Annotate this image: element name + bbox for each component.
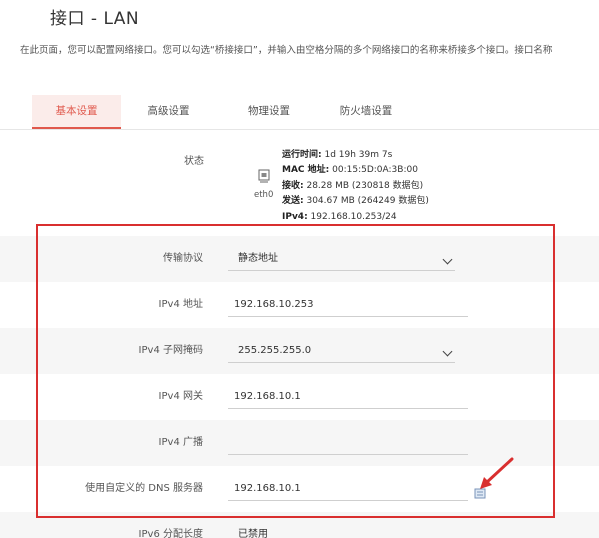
protocol-value: 静态地址: [238, 253, 278, 264]
ipv4-netmask-select[interactable]: 255.255.255.0: [228, 339, 455, 363]
ipv4-netmask-value: 255.255.255.0: [238, 345, 312, 356]
row-protocol: 传输协议 静态地址: [0, 236, 599, 282]
row-ipv6-assign: IPv6 分配长度 已禁用: [0, 512, 599, 538]
ipv4-netmask-label: IPv4 子网掩码: [138, 345, 203, 356]
status-rx: 接收: 28.28 MB (230818 数据包): [282, 180, 424, 191]
status-uptime: 运行时间: 1d 19h 39m 7s: [282, 150, 393, 160]
dns-input[interactable]: 192.168.10.1: [228, 477, 468, 501]
chevron-down-icon: [442, 254, 453, 265]
status-label: 状态: [184, 156, 204, 167]
row-ipv4-address: IPv4 地址 192.168.10.253: [0, 282, 599, 328]
ipv4-address-input[interactable]: 192.168.10.253: [228, 293, 468, 317]
tab-divider: [0, 129, 599, 130]
row-ipv4-netmask: IPv4 子网掩码 255.255.255.0: [0, 328, 599, 374]
ipv4-broadcast-input[interactable]: [228, 431, 468, 455]
tab-physical-settings[interactable]: 物理设置: [216, 95, 322, 129]
dns-label: 使用自定义的 DNS 服务器: [85, 483, 203, 494]
status-ipv4: IPv4: 192.168.10.253/24: [282, 211, 397, 222]
tab-basic-settings[interactable]: 基本设置: [32, 95, 121, 129]
device-name: eth0: [254, 190, 274, 200]
ethernet-port-icon: [258, 169, 270, 183]
page-title: 接口 - LAN: [50, 9, 140, 29]
add-entry-icon[interactable]: [474, 487, 486, 499]
tab-bar: 基本设置 高级设置 物理设置 防火墙设置: [32, 95, 410, 129]
row-dns: 使用自定义的 DNS 服务器 192.168.10.1: [0, 466, 599, 512]
row-ipv4-gateway: IPv4 网关 192.168.10.1: [0, 374, 599, 420]
chevron-down-icon: [442, 346, 453, 357]
ipv4-gateway-input[interactable]: 192.168.10.1: [228, 385, 468, 409]
tab-advanced-settings[interactable]: 高级设置: [121, 95, 216, 129]
ipv4-broadcast-label: IPv4 广播: [158, 437, 203, 448]
row-ipv4-broadcast: IPv4 广播: [0, 420, 599, 466]
page-description: 在此页面，您可以配置网络接口。您可以勾选“桥接接口”，并输入由空格分隔的多个网络…: [20, 45, 553, 56]
status-tx: 发送: 304.67 MB (264249 数据包): [282, 196, 429, 207]
ipv6-assign-select[interactable]: 已禁用: [228, 523, 455, 538]
status-details: 运行时间: 1d 19h 39m 7s MAC 地址: 00:15:5D:0A:…: [282, 148, 429, 225]
protocol-label: 传输协议: [163, 253, 203, 264]
protocol-select[interactable]: 静态地址: [228, 247, 455, 271]
ipv4-gateway-label: IPv4 网关: [158, 391, 203, 402]
ipv6-assign-value: 已禁用: [238, 529, 268, 538]
ipv4-address-label: IPv4 地址: [158, 299, 203, 310]
ipv6-assign-label: IPv6 分配长度: [138, 529, 203, 538]
status-mac: MAC 地址: 00:15:5D:0A:3B:00: [282, 165, 418, 176]
tab-firewall-settings[interactable]: 防火墙设置: [322, 95, 410, 129]
